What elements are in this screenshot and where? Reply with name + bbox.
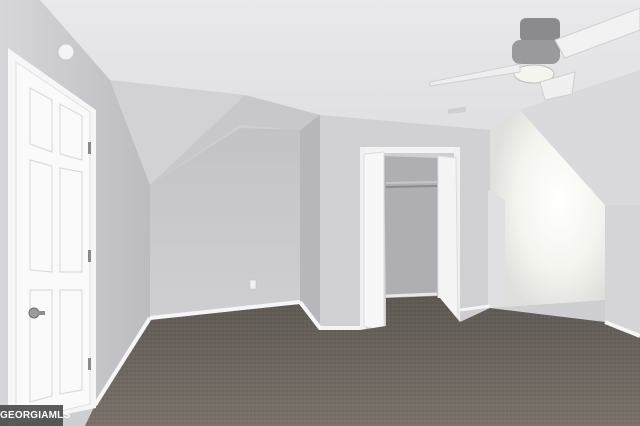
closet-interior: [384, 156, 438, 298]
closet-door-frame: [360, 147, 460, 153]
door-hinge-top: [88, 142, 91, 154]
closet-rod: [385, 185, 438, 188]
door-knob-icon[interactable]: [28, 307, 40, 319]
right-wall: [605, 205, 640, 336]
alcove-side-wall: [300, 115, 320, 325]
room-photo: [0, 0, 640, 426]
baseboard-closet: [385, 292, 438, 298]
door-hinge-mid: [88, 250, 91, 262]
closet-door-right[interactable]: [437, 155, 459, 323]
smoke-detector: [57, 43, 75, 61]
door-hinge-bottom: [88, 358, 91, 370]
entry-door[interactable]: [15, 61, 91, 423]
door-knob-stem: [38, 311, 45, 315]
mls-watermark: GEORGIAMLS: [0, 405, 70, 426]
closet-shelf: [385, 181, 438, 184]
closet-door-left[interactable]: [363, 151, 385, 333]
right-pillar: [488, 190, 505, 306]
wall-outlet: [249, 279, 257, 290]
